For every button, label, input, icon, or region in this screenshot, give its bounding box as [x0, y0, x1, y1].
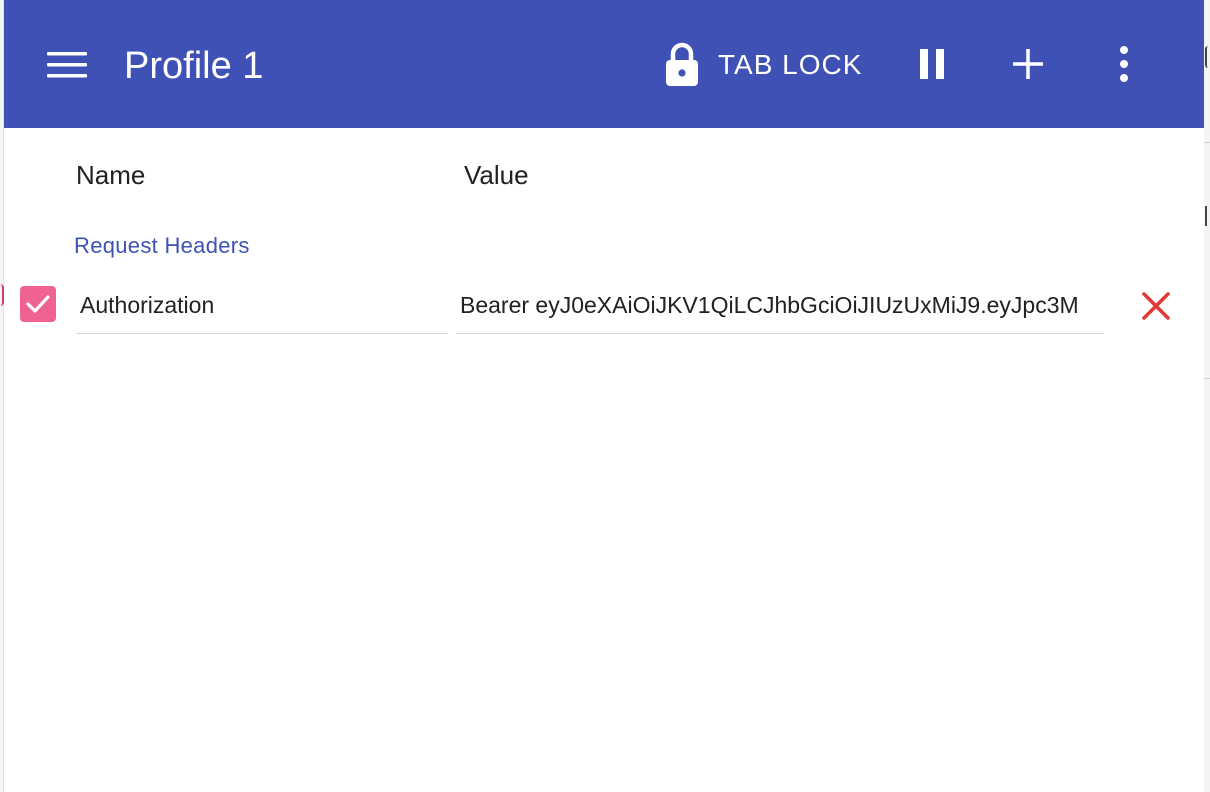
- background-page-fragment: [1205, 206, 1209, 226]
- add-button[interactable]: [1004, 40, 1052, 88]
- background-page-fragment: [1205, 46, 1210, 68]
- checkmark-icon: [26, 295, 50, 313]
- plus-icon: [1013, 49, 1043, 79]
- menu-button[interactable]: [40, 44, 94, 86]
- app-toolbar: Profile 1 TAB LOCK: [4, 0, 1204, 128]
- delete-header-button[interactable]: [1136, 286, 1176, 326]
- header-value-field: [456, 280, 1104, 334]
- hamburger-menu-icon: [47, 52, 87, 78]
- column-header-value: Value: [464, 160, 529, 190]
- close-icon: [1142, 292, 1170, 320]
- tab-lock-button[interactable]: TAB LOCK: [664, 40, 862, 90]
- tab-lock-label: TAB LOCK: [718, 49, 863, 80]
- background-page-divider: [1204, 142, 1210, 143]
- more-vert-icon: [1120, 46, 1128, 82]
- header-value-input[interactable]: [460, 286, 1100, 324]
- more-options-button[interactable]: [1100, 40, 1148, 88]
- header-name-input[interactable]: [80, 286, 444, 324]
- background-page-right-edge: [1204, 0, 1210, 792]
- extension-popup: Profile 1 TAB LOCK Name Value Request He…: [4, 0, 1204, 792]
- background-page-divider: [1204, 378, 1210, 379]
- pause-button[interactable]: [908, 40, 956, 88]
- profile-title[interactable]: Profile 1: [124, 40, 263, 92]
- pause-icon: [920, 49, 944, 79]
- column-header-name: Name: [76, 160, 146, 190]
- section-title-request-headers[interactable]: Request Headers: [74, 230, 250, 262]
- header-name-field: [76, 280, 448, 334]
- lock-icon: [664, 41, 700, 89]
- header-enabled-checkbox[interactable]: [20, 286, 56, 322]
